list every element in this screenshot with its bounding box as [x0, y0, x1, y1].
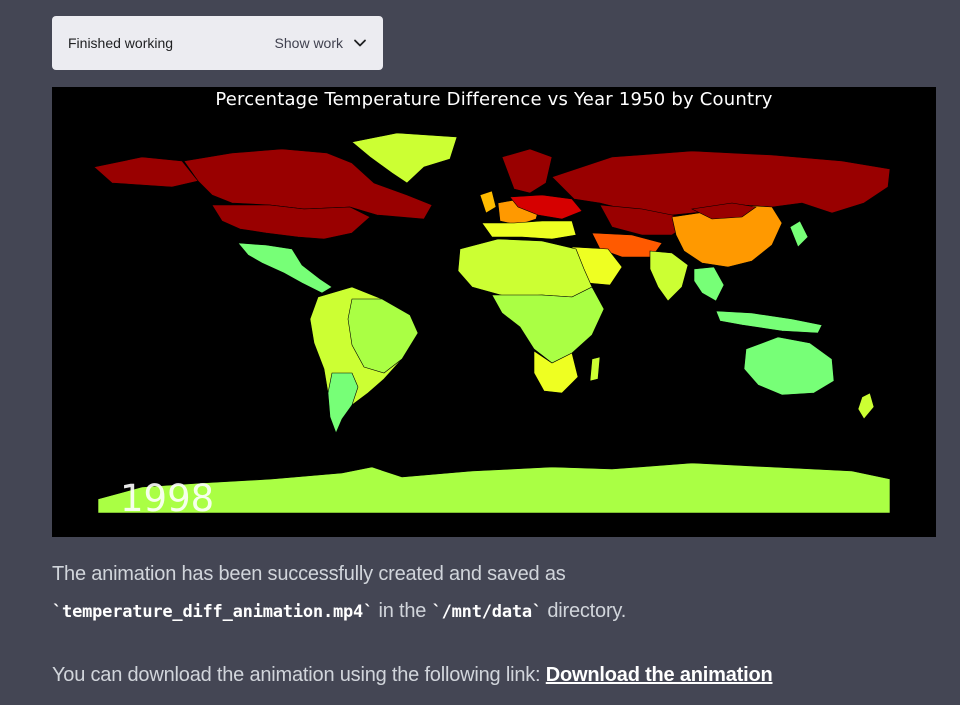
show-work-label: Show work [274, 35, 343, 51]
country-uk [479, 190, 497, 214]
filename-code: `temperature_diff_animation.mp4` [52, 602, 374, 622]
work-status-label: Finished working [68, 35, 174, 51]
country-madagascar [589, 356, 601, 382]
message-line-2: `temperature_diff_animation.mp4` in the … [52, 600, 932, 623]
country-india [649, 250, 689, 302]
show-work-button[interactable]: Show work [275, 35, 367, 51]
country-africa-central [491, 286, 605, 364]
message-line-1: The animation has been successfully crea… [52, 563, 932, 586]
download-animation-link[interactable]: Download the animation [546, 664, 773, 686]
country-usa [211, 204, 371, 240]
work-status-bar: Finished working Show work [52, 16, 383, 70]
country-indonesia [715, 310, 823, 334]
world-map [93, 132, 891, 514]
country-antarctica [97, 462, 891, 514]
dirname-code: `/mnt/data` [431, 602, 543, 622]
country-southeast-asia [693, 266, 725, 302]
message-text-3: You can download the animation using the… [52, 664, 546, 686]
country-scandinavia [501, 148, 553, 194]
country-australia [743, 336, 835, 396]
animation-frame-image: Percentage Temperature Difference vs Yea… [52, 87, 936, 537]
year-label: 1998 [120, 477, 215, 520]
message-text-1: The animation has been successfully crea… [52, 563, 566, 585]
chevron-down-icon [354, 39, 366, 47]
message-line-3: You can download the animation using the… [52, 664, 932, 687]
country-southern-europe [481, 220, 577, 240]
country-usa-alaska [93, 156, 199, 188]
message-text-directory: directory. [541, 600, 627, 622]
country-mexico [237, 242, 333, 294]
message-text-in-the: in the [373, 600, 432, 622]
country-new-zealand [857, 392, 875, 420]
country-greenland [351, 132, 458, 184]
country-japan [789, 220, 809, 248]
